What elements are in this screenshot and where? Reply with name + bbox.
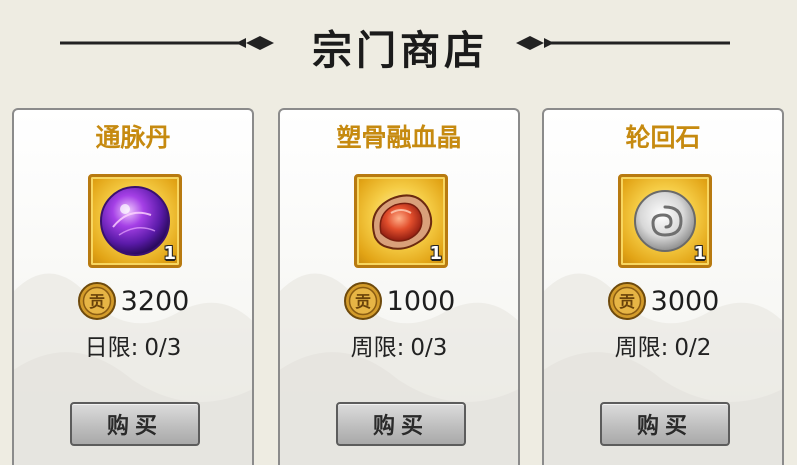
shop-item-card: 通脉丹 1 贡 3200 日限: 0/3 购买 <box>12 108 254 465</box>
purchase-limit: 日限: 0/3 <box>14 328 252 362</box>
item-price: 3000 <box>650 285 720 317</box>
shop-item-card: 塑骨融血晶 1 贡 1000 周限: 0/3 购买 <box>278 108 520 465</box>
contribution-coin-icon: 贡 <box>77 282 116 320</box>
right-ornament-icon <box>516 36 730 50</box>
svg-text:贡: 贡 <box>355 292 371 311</box>
contribution-coin-icon: 贡 <box>343 282 382 320</box>
item-quantity: 1 <box>693 243 706 264</box>
shop-header: 宗门商店 <box>0 0 797 90</box>
item-name: 轮回石 <box>625 123 701 152</box>
buy-button[interactable]: 购买 <box>336 402 466 446</box>
left-ornament-icon <box>60 36 274 50</box>
item-quantity: 1 <box>163 243 176 264</box>
svg-text:贡: 贡 <box>619 292 635 311</box>
price-row: 贡 1000 <box>280 282 518 320</box>
shop-item-card: 轮回石 1 贡 3000 周限: 0/2 购买 <box>542 108 784 465</box>
limit-label: 周限: <box>350 335 405 361</box>
item-price: 1000 <box>386 285 456 317</box>
limit-value: 0/3 <box>410 335 448 361</box>
item-price: 3200 <box>120 285 190 317</box>
price-row: 贡 3200 <box>14 282 252 320</box>
limit-label: 周限: <box>614 335 669 361</box>
limit-value: 0/3 <box>144 335 182 361</box>
item-name: 通脉丹 <box>95 123 171 152</box>
item-icon-slot[interactable]: 1 <box>354 174 448 268</box>
limit-value: 0/2 <box>674 335 712 361</box>
item-quantity: 1 <box>429 243 442 264</box>
purchase-limit: 周限: 0/3 <box>280 328 518 362</box>
purchase-limit: 周限: 0/2 <box>544 328 782 362</box>
item-icon-slot[interactable]: 1 <box>88 174 182 268</box>
contribution-coin-icon: 贡 <box>607 282 646 320</box>
item-name: 塑骨融血晶 <box>336 123 462 152</box>
limit-label: 日限: <box>84 335 139 361</box>
buy-button[interactable]: 购买 <box>600 402 730 446</box>
svg-text:贡: 贡 <box>89 292 105 311</box>
page-title: 宗门商店 <box>312 27 488 74</box>
price-row: 贡 3000 <box>544 282 782 320</box>
buy-button[interactable]: 购买 <box>70 402 200 446</box>
item-icon-slot[interactable]: 1 <box>618 174 712 268</box>
